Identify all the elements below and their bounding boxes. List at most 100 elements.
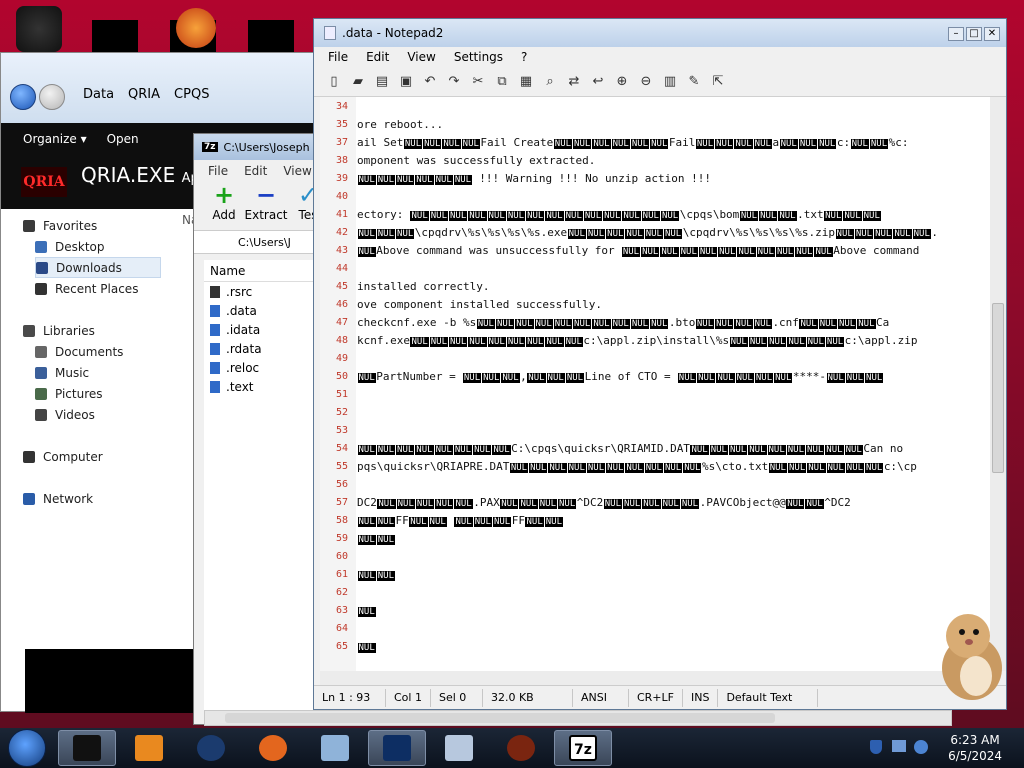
notepad-icon bbox=[324, 26, 336, 40]
7zip-horizontal-scrollbar[interactable] bbox=[204, 710, 952, 726]
column-header-name[interactable]: Name bbox=[204, 260, 322, 282]
customize-icon[interactable]: ✎ bbox=[686, 74, 702, 90]
menu-help[interactable]: ? bbox=[521, 50, 527, 64]
taskbar-globe[interactable] bbox=[182, 730, 240, 766]
volume-icon[interactable] bbox=[914, 740, 928, 754]
menu-view[interactable]: View bbox=[407, 50, 435, 64]
file-row[interactable]: .rsrc bbox=[204, 282, 322, 301]
scroll-thumb[interactable] bbox=[992, 303, 1004, 473]
nav-item-computer[interactable]: Computer bbox=[23, 446, 161, 467]
desktop-icon-firefox[interactable] bbox=[176, 8, 216, 48]
file-row[interactable]: .reloc bbox=[204, 358, 322, 377]
forward-button[interactable] bbox=[39, 84, 65, 110]
paste-icon[interactable]: ▦ bbox=[518, 74, 534, 90]
browse-icon[interactable]: ▤ bbox=[374, 74, 390, 90]
open-button[interactable]: Open bbox=[107, 132, 139, 146]
7zip-path-bar[interactable]: C:\Users\J bbox=[194, 230, 322, 254]
cut-icon[interactable]: ✂ bbox=[470, 74, 486, 90]
minimize-button[interactable]: – bbox=[948, 27, 964, 41]
editor-area[interactable]: 34 35 ore reboot... 37 ail Set NUL NUL NUL NUL Fa… bbox=[320, 97, 990, 671]
file-icon bbox=[210, 342, 220, 355]
7zip-window: 7z C:\Users\Joseph File Edit View + Add − E… bbox=[193, 133, 323, 725]
scroll-thumb[interactable] bbox=[225, 713, 775, 723]
exit-icon[interactable]: ⇱ bbox=[710, 74, 726, 90]
pictures-icon bbox=[35, 387, 47, 400]
taskbar-app[interactable] bbox=[58, 730, 116, 766]
undo-icon[interactable]: ↶ bbox=[422, 74, 438, 90]
music-icon bbox=[35, 366, 47, 379]
organize-button[interactable]: Organize ▾ bbox=[23, 132, 87, 146]
menu-settings[interactable]: Settings bbox=[454, 50, 503, 64]
file-row[interactable]: .data bbox=[204, 301, 322, 320]
vertical-scrollbar[interactable] bbox=[990, 97, 1006, 671]
file-icon bbox=[210, 304, 220, 317]
tool-add[interactable]: + Add bbox=[210, 182, 238, 230]
qria-logo: QRIA bbox=[21, 167, 67, 197]
status-field: CR+LF bbox=[629, 688, 683, 707]
nav-item-network[interactable]: Network bbox=[23, 488, 161, 509]
breadcrumb-item[interactable]: CPQS bbox=[174, 87, 209, 102]
copy-icon[interactable]: ⧉ bbox=[494, 74, 510, 90]
zoom-out-icon[interactable]: ⊖ bbox=[638, 74, 654, 90]
taskbar-notes[interactable] bbox=[306, 730, 364, 766]
7zip-path: C:\Users\J bbox=[238, 235, 291, 249]
desktop-icon-trash[interactable] bbox=[16, 6, 62, 52]
open-icon[interactable]: ▰ bbox=[350, 74, 366, 90]
find-icon[interactable]: ⌕ bbox=[542, 74, 558, 90]
file-row[interactable]: .text bbox=[204, 377, 322, 396]
menu-file[interactable]: File bbox=[328, 50, 348, 64]
taskbar-media-player[interactable] bbox=[120, 730, 178, 766]
nav-item-downloads[interactable]: Downloads bbox=[35, 257, 161, 278]
file-row[interactable]: .idata bbox=[204, 320, 322, 339]
network-tray-icon[interactable] bbox=[892, 740, 906, 752]
code-line: NUL bbox=[357, 607, 376, 617]
taskbar-media[interactable] bbox=[430, 730, 488, 766]
code-line: ectory: NUL NUL NUL NUL NUL NUL NUL NUL NUL NUL NU… bbox=[357, 208, 881, 221]
nav-item-music[interactable]: Music bbox=[35, 362, 161, 383]
menu-file[interactable]: File bbox=[208, 164, 228, 178]
replace-icon[interactable]: ⇄ bbox=[566, 74, 582, 90]
taskbar-7zip[interactable]: 7z bbox=[554, 730, 612, 766]
taskbar-monitor[interactable] bbox=[368, 730, 426, 766]
line-number: 61 bbox=[335, 569, 348, 580]
tool-extract[interactable]: − Extract bbox=[245, 182, 288, 230]
wordwrap-icon[interactable]: ↩ bbox=[590, 74, 606, 90]
breadcrumb-item[interactable]: QRIA bbox=[128, 87, 160, 102]
clock[interactable]: 6:23 AM 6/5/2024 bbox=[948, 732, 1002, 764]
nav-item-desktop[interactable]: Desktop bbox=[35, 236, 161, 257]
menu-view[interactable]: View bbox=[283, 164, 311, 178]
line-number: 46 bbox=[335, 299, 348, 310]
file-row[interactable]: .rdata bbox=[204, 339, 322, 358]
libraries-icon bbox=[23, 324, 35, 337]
status-field: Sel 0 bbox=[431, 688, 483, 707]
new-icon[interactable]: ▯ bbox=[326, 74, 342, 90]
nav-item-videos[interactable]: Videos bbox=[35, 404, 161, 425]
redo-icon[interactable]: ↷ bbox=[446, 74, 462, 90]
close-button[interactable]: ✕ bbox=[984, 27, 1000, 41]
nav-item-libraries[interactable]: Libraries bbox=[23, 320, 161, 341]
menu-edit[interactable]: Edit bbox=[366, 50, 389, 64]
nav-item-pictures[interactable]: Pictures bbox=[35, 383, 161, 404]
status-field: ANSI bbox=[573, 688, 629, 707]
nav-item-documents[interactable]: Documents bbox=[35, 341, 161, 362]
maximize-button[interactable]: □ bbox=[966, 27, 982, 41]
breadcrumb-item[interactable]: Data bbox=[83, 87, 114, 102]
start-button[interactable] bbox=[8, 729, 46, 767]
horizontal-scrollbar[interactable] bbox=[320, 671, 990, 685]
shield-icon[interactable] bbox=[870, 740, 882, 754]
menu-edit[interactable]: Edit bbox=[244, 164, 267, 178]
favorites-icon bbox=[23, 219, 35, 232]
taskbar-fire[interactable] bbox=[492, 730, 550, 766]
nav-item-favorites[interactable]: Favorites bbox=[23, 215, 161, 236]
nav-item-recent-places[interactable]: Recent Places bbox=[35, 278, 161, 299]
back-button[interactable] bbox=[10, 84, 36, 110]
line-number: 44 bbox=[335, 263, 348, 274]
save-icon[interactable]: ▣ bbox=[398, 74, 414, 90]
7zip-menubar: File Edit View bbox=[194, 160, 322, 182]
schemes-icon[interactable]: ▥ bbox=[662, 74, 678, 90]
hamster-gadget[interactable] bbox=[930, 606, 1010, 702]
zoom-in-icon[interactable]: ⊕ bbox=[614, 74, 630, 90]
7zip-titlebar: 7z C:\Users\Joseph bbox=[194, 134, 322, 160]
window-title: .data - Notepad2 bbox=[342, 26, 444, 40]
taskbar-firefox[interactable] bbox=[244, 730, 302, 766]
